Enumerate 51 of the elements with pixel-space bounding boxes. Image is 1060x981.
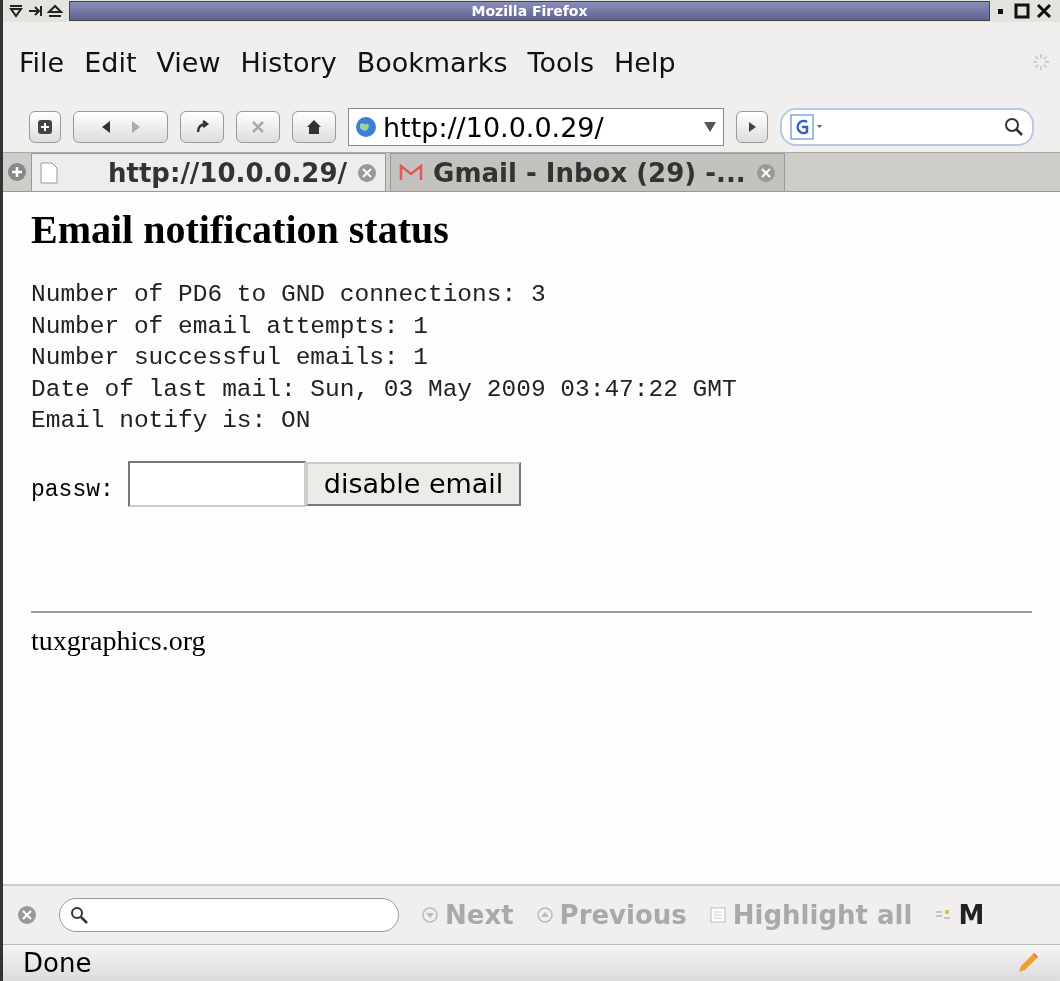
- disable-email-button[interactable]: disable email: [305, 461, 522, 506]
- close-icon[interactable]: [755, 162, 776, 183]
- status-text: Done: [23, 948, 93, 978]
- throbber-icon: [1030, 51, 1052, 73]
- plus-icon: [37, 119, 53, 135]
- menu-item[interactable]: History: [232, 46, 345, 78]
- menu-item[interactable]: Edit: [76, 46, 145, 78]
- window-title: Mozilla Firefox: [69, 1, 990, 21]
- menu-item[interactable]: Bookmarks: [348, 46, 516, 78]
- status-line: Email notify is: ON: [31, 406, 312, 436]
- window-controls-icon[interactable]: [996, 3, 1054, 19]
- menu-item[interactable]: Tools: [519, 46, 602, 78]
- home-icon: [306, 119, 322, 135]
- browser-tab[interactable]: Gmail - Inbox (29) -...: [390, 153, 785, 191]
- back-forward-button[interactable]: [73, 111, 168, 143]
- search-engine-icon[interactable]: [790, 114, 824, 140]
- dropdown-icon[interactable]: [703, 121, 717, 133]
- new-tab-icon[interactable]: [7, 162, 27, 182]
- close-icon[interactable]: [357, 162, 378, 183]
- globe-icon: [355, 116, 377, 138]
- pencil-icon: [1016, 951, 1040, 975]
- find-field[interactable]: [59, 898, 399, 932]
- envelope-icon: [399, 163, 424, 182]
- search-icon[interactable]: [1004, 117, 1024, 137]
- window-menu-icons[interactable]: [9, 4, 63, 18]
- menu-item[interactable]: View: [148, 46, 229, 78]
- menu-item[interactable]: Help: [606, 46, 684, 78]
- stop-icon: [250, 119, 266, 135]
- home-button[interactable]: [292, 111, 336, 143]
- checkbox-icon: [708, 906, 727, 924]
- page-heading: Email notification status: [31, 206, 450, 253]
- url-field[interactable]: http://10.0.0.29/: [348, 108, 724, 146]
- menu-item[interactable]: File: [11, 46, 73, 78]
- status-line: Number of PD6 to GND connections: 3: [31, 280, 547, 310]
- reload-button[interactable]: [180, 111, 224, 143]
- search-field[interactable]: [780, 108, 1034, 146]
- page-icon: [40, 161, 58, 184]
- new-window-button[interactable]: [29, 111, 61, 143]
- status-line: Date of last mail: Sun, 03 May 2009 03:47:22 GMT: [31, 374, 738, 405]
- password-label: passw:: [31, 476, 114, 503]
- close-icon[interactable]: [17, 905, 37, 925]
- reload-icon: [194, 119, 210, 135]
- go-button[interactable]: [736, 111, 768, 143]
- status-line: Number of email attempts: 1: [31, 311, 429, 342]
- footer-text: tuxgraphics.org: [31, 624, 207, 657]
- password-field[interactable]: [127, 460, 306, 507]
- stop-button[interactable]: [236, 111, 280, 143]
- status-line: Number successful emails: 1: [31, 343, 429, 373]
- browser-tab[interactable]: http://10.0.0.29/: [31, 153, 387, 191]
- find-bar-button[interactable]: M: [934, 900, 985, 930]
- search-icon: [70, 906, 88, 924]
